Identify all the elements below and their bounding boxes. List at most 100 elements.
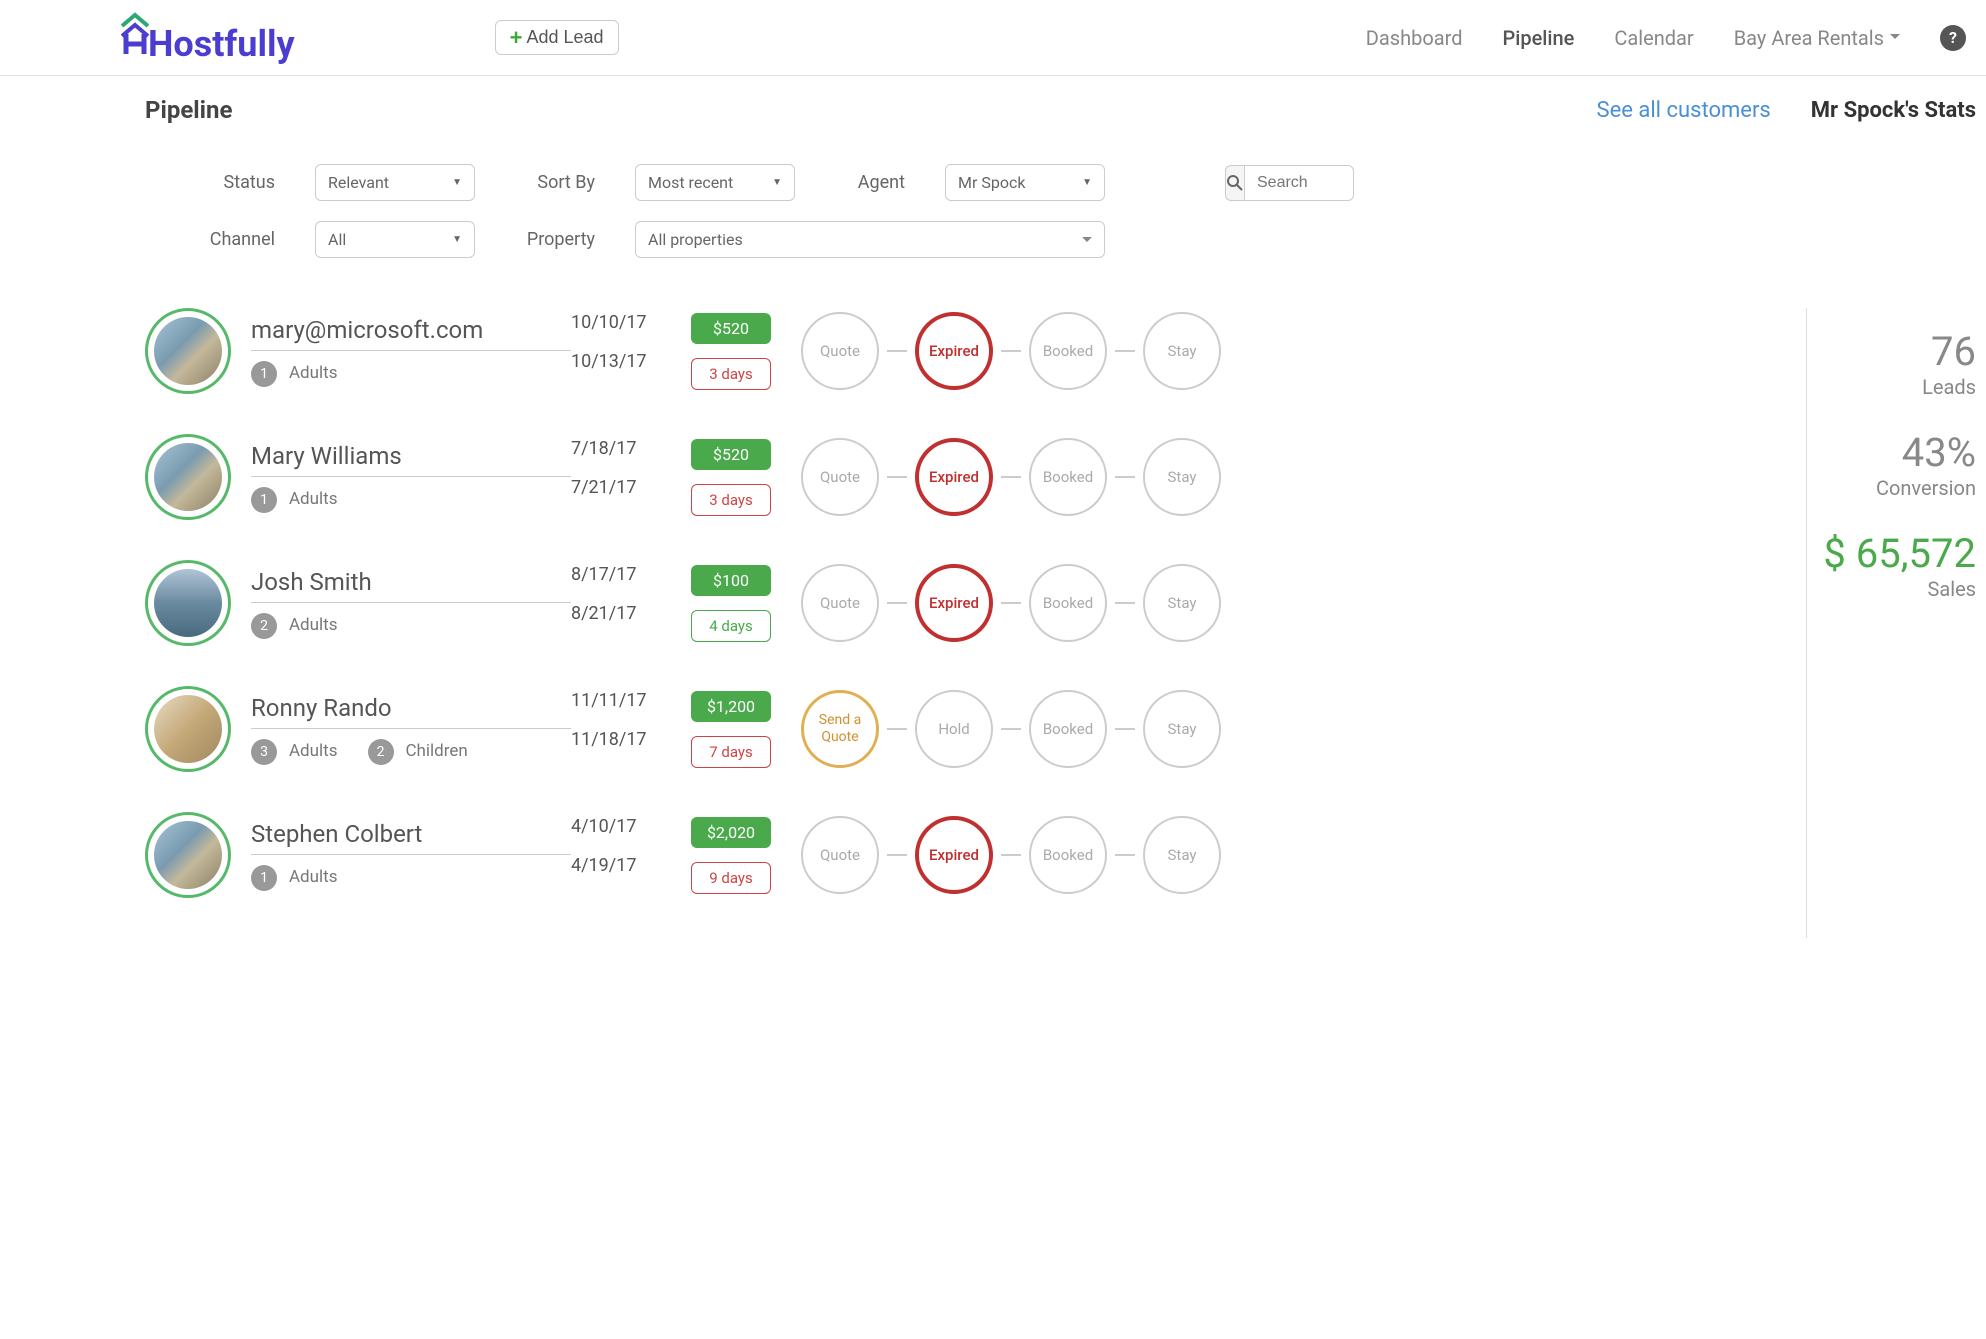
avatar-ring (145, 560, 231, 646)
chevron-down-icon: ▼ (1082, 177, 1092, 188)
logo-text: Hostfully (148, 23, 295, 65)
status-select[interactable]: Relevant ▼ (315, 164, 475, 201)
property-avatar (154, 695, 222, 763)
stage-expired[interactable]: Expired (915, 312, 993, 390)
add-lead-button[interactable]: + Add Lead (495, 20, 619, 55)
adults-count-badge: 1 (251, 487, 277, 513)
stage-separator (1001, 602, 1021, 604)
lead-row[interactable]: Josh Smith 2 Adults 8/17/17 8/21/17 $100… (145, 560, 1806, 646)
stage-expired[interactable]: Expired (915, 438, 993, 516)
stage-send_quote[interactable]: Send a Quote (801, 690, 879, 768)
stage-separator (1001, 476, 1021, 478)
stage-booked[interactable]: Booked (1029, 564, 1107, 642)
nav-calendar[interactable]: Calendar (1614, 26, 1693, 50)
pipeline-stages: Quote Expired Booked Stay (801, 312, 1221, 390)
stage-separator (1115, 728, 1135, 730)
stage-booked[interactable]: Booked (1029, 816, 1107, 894)
stat-sales-label: Sales (1807, 577, 1976, 601)
lead-name[interactable]: Stephen Colbert (251, 820, 571, 855)
stage-hold[interactable]: Hold (915, 690, 993, 768)
stage-expired[interactable]: Expired (915, 816, 993, 894)
checkin-date: 10/10/17 (571, 312, 691, 333)
sortby-value: Most recent (648, 173, 733, 192)
stage-stay[interactable]: Stay (1143, 690, 1221, 768)
lead-name[interactable]: Ronny Rando (251, 694, 571, 729)
stage-quote[interactable]: Quote (801, 312, 879, 390)
stage-booked[interactable]: Booked (1029, 690, 1107, 768)
see-all-customers-link[interactable]: See all customers (1597, 98, 1771, 123)
logo-roof-icon (120, 10, 150, 65)
help-icon[interactable]: ? (1940, 25, 1966, 51)
caret-down-icon (1082, 237, 1092, 247)
stage-separator (1115, 854, 1135, 856)
days-badge: 7 days (691, 736, 771, 768)
lead-row[interactable]: Ronny Rando 3 Adults 2 Children 11/11/17… (145, 686, 1806, 772)
chevron-down-icon: ▼ (452, 234, 462, 245)
stats-panel: 76 Leads 43% Conversion $ 65,572 Sales (1806, 308, 1986, 938)
search-button[interactable] (1225, 165, 1244, 201)
add-lead-label: Add Lead (527, 27, 604, 48)
status-value: Relevant (328, 173, 389, 192)
adults-label: Adults (289, 867, 338, 887)
stage-separator (887, 728, 907, 730)
stage-booked[interactable]: Booked (1029, 438, 1107, 516)
stage-expired[interactable]: Expired (915, 564, 993, 642)
lead-row[interactable]: mary@microsoft.com 1 Adults 10/10/17 10/… (145, 308, 1806, 394)
price-badge: $520 (691, 313, 771, 344)
search-icon (1226, 174, 1244, 192)
lead-name[interactable]: Mary Williams (251, 442, 571, 477)
property-select[interactable]: All properties (635, 221, 1105, 258)
avatar-ring (145, 812, 231, 898)
checkout-date: 4/19/17 (571, 855, 691, 876)
stage-stay[interactable]: Stay (1143, 438, 1221, 516)
property-avatar (154, 569, 222, 637)
plus-icon: + (510, 29, 523, 47)
children-label: Children (405, 741, 467, 761)
stage-separator (887, 476, 907, 478)
sortby-select[interactable]: Most recent ▼ (635, 164, 795, 201)
property-avatar (154, 443, 222, 511)
stat-leads-label: Leads (1807, 375, 1976, 399)
lead-name[interactable]: mary@microsoft.com (251, 316, 571, 351)
avatar-ring (145, 686, 231, 772)
adults-count-badge: 3 (251, 739, 277, 765)
stage-quote[interactable]: Quote (801, 438, 879, 516)
lead-name[interactable]: Josh Smith (251, 568, 571, 603)
checkin-date: 8/17/17 (571, 564, 691, 585)
stage-separator (887, 350, 907, 352)
price-badge: $1,200 (691, 691, 771, 722)
adults-label: Adults (289, 741, 338, 761)
lead-row[interactable]: Mary Williams 1 Adults 7/18/17 7/21/17 $… (145, 434, 1806, 520)
property-value: All properties (648, 230, 743, 249)
adults-label: Adults (289, 615, 338, 635)
search-input[interactable] (1244, 165, 1354, 201)
lead-row[interactable]: Stephen Colbert 1 Adults 4/10/17 4/19/17… (145, 812, 1806, 898)
stage-stay[interactable]: Stay (1143, 564, 1221, 642)
price-badge: $2,020 (691, 817, 771, 848)
stage-stay[interactable]: Stay (1143, 312, 1221, 390)
header: Hostfully + Add Lead Dashboard Pipeline … (0, 0, 1986, 76)
checkout-date: 8/21/17 (571, 603, 691, 624)
chevron-down-icon: ▼ (772, 177, 782, 188)
agent-stats-link[interactable]: Mr Spock's Stats (1811, 98, 1976, 123)
nav-dashboard[interactable]: Dashboard (1366, 26, 1463, 50)
nav-pipeline[interactable]: Pipeline (1502, 26, 1574, 50)
property-label: Property (515, 229, 595, 250)
stage-quote[interactable]: Quote (801, 564, 879, 642)
avatar-ring (145, 308, 231, 394)
price-badge: $100 (691, 565, 771, 596)
logo[interactable]: Hostfully (120, 10, 295, 65)
checkout-date: 10/13/17 (571, 351, 691, 372)
stage-separator (1115, 476, 1135, 478)
stage-booked[interactable]: Booked (1029, 312, 1107, 390)
stage-stay[interactable]: Stay (1143, 816, 1221, 894)
channel-select[interactable]: All ▼ (315, 221, 475, 258)
stage-separator (887, 602, 907, 604)
stat-conv-label: Conversion (1807, 476, 1976, 500)
days-badge: 3 days (691, 358, 771, 390)
stage-quote[interactable]: Quote (801, 816, 879, 894)
nav-account-dropdown[interactable]: Bay Area Rentals (1734, 26, 1900, 50)
children-count-badge: 2 (368, 739, 394, 765)
status-label: Status (175, 172, 275, 193)
agent-select[interactable]: Mr Spock ▼ (945, 164, 1105, 201)
